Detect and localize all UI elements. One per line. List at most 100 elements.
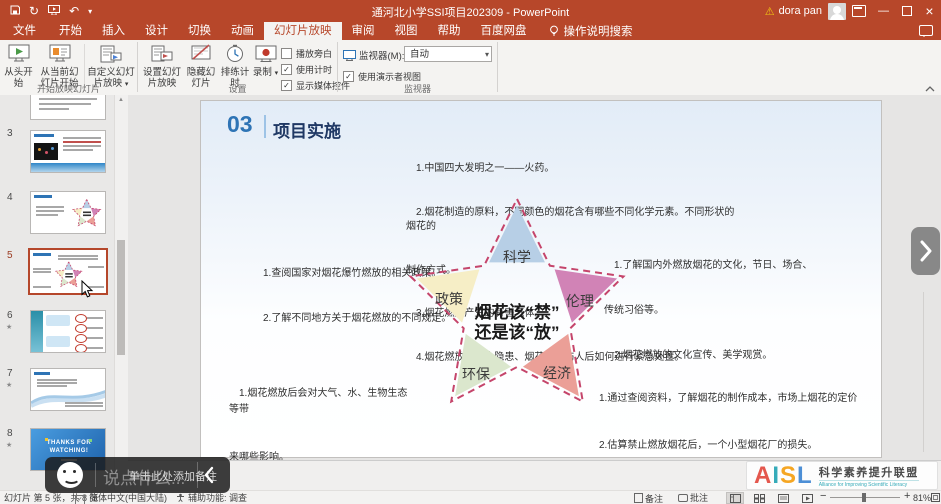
slideshow-view-button[interactable] <box>798 492 816 504</box>
chevron-left-icon[interactable] <box>204 466 214 489</box>
scroll-up-icon[interactable]: ▲ <box>118 97 124 103</box>
comments-toggle[interactable]: 批注 <box>678 493 708 503</box>
slide-thumbnail-3[interactable] <box>30 130 106 173</box>
zoom-in-button[interactable]: + <box>904 491 910 502</box>
comment-bubble-icon[interactable] <box>919 25 933 37</box>
record-button[interactable]: 录制 ▾ <box>252 44 279 79</box>
thumb-red-circle <box>75 344 87 352</box>
account-name[interactable]: dora pan <box>779 5 822 17</box>
slide-thumbnail-4[interactable] <box>30 191 106 234</box>
tab-transitions[interactable]: 切换 <box>178 22 221 40</box>
slide-thumbnail-2-partial[interactable] <box>30 95 106 120</box>
thumb-text-line <box>37 379 77 381</box>
lightbulb-icon <box>549 25 558 36</box>
thumb-text-line <box>87 337 103 339</box>
emoji-icon[interactable] <box>57 462 83 488</box>
chevron-right-icon <box>920 240 932 262</box>
text-line: 2.估算禁止燃放烟花后，一个小型烟花厂的损失。 <box>599 439 818 451</box>
tell-me-search[interactable]: 操作说明搜索 <box>537 22 633 40</box>
record-icon <box>255 45 276 62</box>
minimize-button[interactable]: — <box>872 0 895 22</box>
slide-editor[interactable]: 03 项目实施 1.中国四大发明之一——火药。 2.烟花制造的原料，不同颜色的烟… <box>200 100 882 504</box>
monitor-dropdown[interactable]: 自动 ▾ <box>404 46 492 62</box>
use-timings-label: 使用计时 <box>296 65 333 75</box>
slide-thumbnail-6[interactable] <box>30 310 106 353</box>
accessibility-status[interactable]: 辅助功能: 调查 <box>188 493 247 503</box>
zoom-out-button[interactable]: − <box>820 491 826 502</box>
reading-view-button[interactable] <box>774 492 792 504</box>
thumb-text-line <box>63 137 101 139</box>
monitor-label: 监视器(M): <box>359 51 405 62</box>
title-bar: ↻ ↶ ▾ 通河北小学SSI项目202309 - PowerPoint ⚠ do… <box>0 0 941 22</box>
group-label-start: 开始放映幻灯片 <box>36 84 100 94</box>
scrollbar-thumb[interactable] <box>117 240 125 355</box>
avatar[interactable] <box>828 2 846 20</box>
tab-help[interactable]: 帮助 <box>428 22 471 40</box>
aisl-letter-s: S <box>780 461 798 489</box>
checkbox-checked-icon: ✓ <box>281 64 292 75</box>
text-line: 1.通过查阅资料，了解烟花的制作成本，市场上烟花的定价 <box>599 393 858 404</box>
thumb-text-line <box>87 327 103 329</box>
thumb-mini-star <box>54 261 83 288</box>
aisl-logo: A I S L 科学素养提升联盟 Alliance for Improving … <box>746 461 938 490</box>
thumb-red-circle <box>75 314 87 323</box>
thumb-fireworks-image <box>34 143 58 160</box>
notes-toggle[interactable]: 备注 <box>634 493 663 504</box>
star-label-ethics: 伦理 <box>566 293 594 309</box>
thumb-text-line <box>63 141 101 143</box>
normal-view-button[interactable] <box>726 492 744 504</box>
thumb-text-line <box>63 149 93 151</box>
group-label-monitors: 监视器 <box>403 84 431 94</box>
restore-button[interactable] <box>895 0 918 22</box>
language-indicator[interactable]: 简体中文(中国大陆) <box>89 493 167 503</box>
star-label-environment: 环保 <box>462 366 490 382</box>
tab-review[interactable]: 审阅 <box>342 22 385 40</box>
slide-number-label[interactable]: 03 <box>227 111 253 138</box>
titlebar-right: ⚠ dora pan — × <box>765 0 941 22</box>
slide-thumbnail-7[interactable] <box>30 368 106 411</box>
zoom-slider-thumb[interactable] <box>862 493 866 502</box>
tab-home[interactable]: 开始 <box>49 22 92 40</box>
star-label-science: 科学 <box>503 249 531 265</box>
thumb-mini-star <box>72 199 102 227</box>
tab-view[interactable]: 视图 <box>385 22 428 40</box>
animation-indicator-icon: ★ <box>6 442 13 449</box>
animation-indicator-icon: ★ <box>6 324 13 331</box>
ribbon-tab-row: 文件 开始 插入 设计 切换 动画 幻灯片放映 审阅 视图 帮助 百度网盘 操作… <box>0 22 941 40</box>
thumb-text-line <box>33 286 51 288</box>
thumb-text-line <box>39 98 97 100</box>
zoom-level[interactable]: 81% <box>913 493 931 503</box>
checkbox-use-timings[interactable]: ✓ 使用计时 <box>281 63 332 76</box>
slide-title[interactable]: 项目实施 <box>273 117 341 142</box>
thumb-side-band <box>31 311 43 352</box>
thumbnail-number-selected: 5 <box>7 250 13 261</box>
chat-overlay-bar[interactable]: 说点什么... 单击此处添加备注 <box>45 457 230 493</box>
next-overlay-button[interactable] <box>911 227 940 275</box>
comment-icon <box>678 494 688 502</box>
checkbox-play-narrations[interactable]: 播放旁白 <box>281 47 332 60</box>
thumb-text-line <box>88 266 104 268</box>
thumb-header <box>34 195 52 198</box>
tab-slideshow[interactable]: 幻灯片放映 <box>264 22 342 40</box>
tab-file[interactable]: 文件 <box>0 22 49 40</box>
tab-animations[interactable]: 动画 <box>221 22 264 40</box>
fit-to-window-button[interactable] <box>931 493 940 504</box>
thumb-text-line <box>33 271 51 273</box>
aisl-letter-i: I <box>772 461 781 489</box>
close-button[interactable]: × <box>918 0 941 22</box>
tab-baidu-netdisk[interactable]: 百度网盘 <box>471 22 537 40</box>
ribbon-display-options-icon[interactable] <box>852 5 866 17</box>
warning-icon: ⚠ <box>764 5 775 18</box>
slide-thumbnail-5-selected[interactable] <box>28 248 108 295</box>
thumbnail-scrollbar[interactable]: ▲ <box>114 95 128 490</box>
spellcheck-icon[interactable]: ✓ <box>75 493 85 504</box>
monitor-current-icon <box>49 44 70 62</box>
slide-sorter-view-button[interactable] <box>750 492 768 504</box>
thumb-header <box>34 372 50 375</box>
thumb-text-line <box>87 317 103 319</box>
star-diagram[interactable]: 科学 政策 伦理 环保 经济 烟花该“禁” 还是该“放” <box>396 196 641 421</box>
tab-insert[interactable]: 插入 <box>92 22 135 40</box>
thumb-text-line <box>36 214 58 216</box>
tab-design[interactable]: 设计 <box>135 22 178 40</box>
mouse-cursor <box>81 280 94 298</box>
